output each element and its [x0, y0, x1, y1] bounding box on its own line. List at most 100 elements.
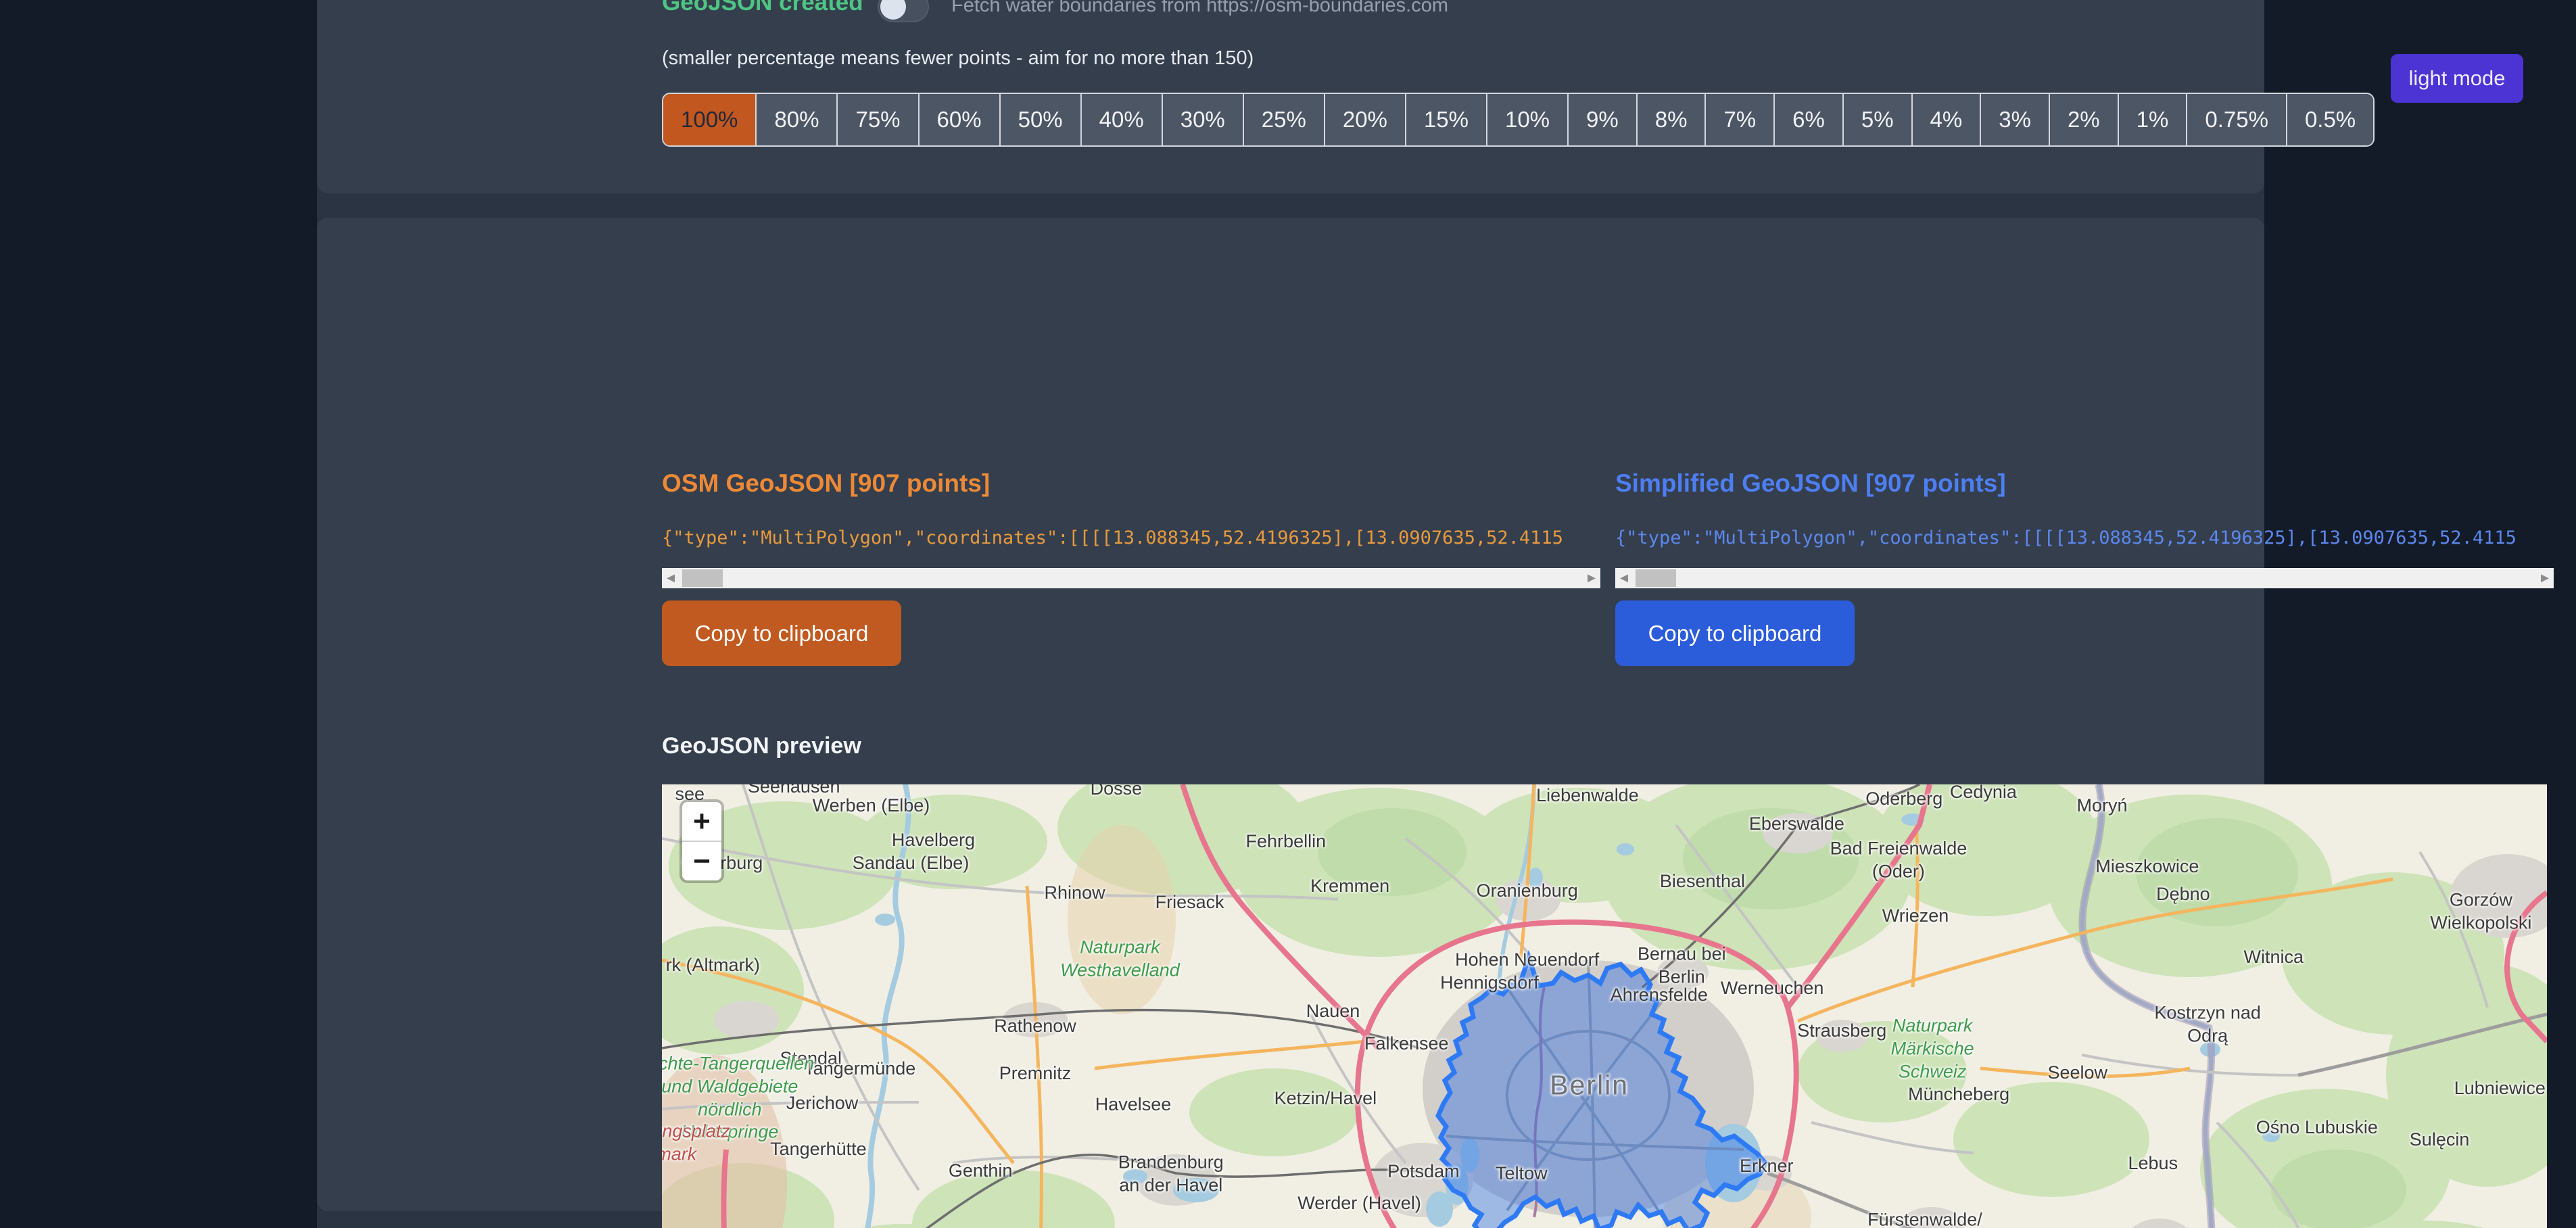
percent-button-75[interactable]: 75% — [838, 94, 919, 145]
map-label: Naturpark Westhavelland — [1060, 936, 1180, 982]
map-label: Havelberg — [892, 829, 975, 852]
zoom-out-button[interactable]: − — [682, 842, 721, 880]
map-label: Kremmen — [1310, 876, 1389, 899]
map-label: Lebus — [2128, 1152, 2178, 1175]
map-label: Fürstenwalde/ Spree — [1867, 1208, 1982, 1228]
osm-code-scrollbar[interactable]: ◄ ► — [662, 568, 1600, 588]
percent-button-30[interactable]: 30% — [1163, 94, 1244, 145]
osm-geojson-title: OSM GeoJSON [907 points] — [662, 469, 990, 498]
map-label: Bad Freienwalde (Oder) — [1830, 837, 1967, 883]
geojson-preview-map[interactable]: seeSeehausenDosseWerben (Elbe)Liebenwald… — [662, 784, 2547, 1228]
map-label: Gorzów Wielkopolski — [2430, 889, 2531, 935]
map-zoom-control: + − — [682, 802, 721, 880]
map-label: Bernau bei Berlin — [1638, 943, 1726, 989]
scrollbar-thumb[interactable] — [682, 569, 723, 587]
map-label: Werneuchen — [1721, 977, 1824, 1000]
map-label: Oderberg — [1865, 788, 1942, 811]
copy-simplified-button[interactable]: Copy to clipboard — [1615, 600, 1855, 666]
map-label: Mieszkowice — [2095, 855, 2199, 878]
map-label: Tangermünde — [804, 1058, 915, 1081]
percent-button-3[interactable]: 3% — [1981, 94, 2050, 145]
map-label: Müncheberg — [1908, 1083, 2009, 1106]
simplified-code-scrollbar[interactable]: ◄ ► — [1615, 568, 2554, 588]
map-label: Sandau (Elbe) — [853, 852, 970, 875]
map-label: Genthin — [949, 1160, 1013, 1183]
scroll-left-icon[interactable]: ◄ — [662, 568, 679, 588]
percentage-note: (smaller percentage means fewer points -… — [662, 47, 1254, 70]
map-label: Ketzin/Havel — [1274, 1087, 1377, 1110]
map-label: Cedynia — [1950, 784, 2017, 804]
percent-button-6[interactable]: 6% — [1775, 94, 1844, 145]
copy-osm-button[interactable]: Copy to clipboard — [662, 600, 901, 666]
percent-button-0.75[interactable]: 0.75% — [2187, 94, 2287, 145]
percent-button-40[interactable]: 40% — [1082, 94, 1163, 145]
map-label: Rathenow — [994, 1016, 1076, 1039]
map-label: Lubniewice — [2454, 1077, 2546, 1100]
map-label: rk (Altmark) — [666, 954, 760, 977]
map-label: Liebenwalde — [1536, 784, 1639, 807]
scroll-right-icon[interactable]: ► — [2536, 568, 2554, 588]
light-mode-button[interactable]: light mode — [2391, 54, 2523, 103]
scroll-left-icon[interactable]: ◄ — [1615, 568, 1633, 588]
map-label: Premnitz — [999, 1062, 1072, 1085]
percent-button-80[interactable]: 80% — [757, 94, 838, 145]
percent-button-25[interactable]: 25% — [1244, 94, 1325, 145]
percentage-button-group: 100%80%75%60%50%40%30%25%20%15%10%9%8%7%… — [662, 93, 2375, 147]
percent-button-100[interactable]: 100% — [663, 94, 757, 145]
map-label: Hohen Neuendorf — [1455, 949, 1599, 972]
map-label: Eberswalde — [1749, 813, 1844, 836]
map-label: Erkner — [1740, 1156, 1794, 1179]
map-label: Brandenburg an der Havel — [1118, 1152, 1224, 1198]
simplified-geojson-title: Simplified GeoJSON [907 points] — [1615, 469, 2006, 498]
percent-button-7[interactable]: 7% — [1706, 94, 1775, 145]
preview-title: GeoJSON preview — [662, 733, 861, 759]
percent-button-4[interactable]: 4% — [1913, 94, 1982, 145]
map-label: Oranienburg — [1477, 880, 1578, 903]
percent-button-9[interactable]: 9% — [1569, 94, 1638, 145]
zoom-in-button[interactable]: + — [682, 802, 721, 842]
percent-button-20[interactable]: 20% — [1325, 94, 1406, 145]
percent-button-1[interactable]: 1% — [2119, 94, 2188, 145]
map-label: Tangerhütte — [770, 1138, 867, 1161]
map-labels: seeSeehausenDosseWerben (Elbe)Liebenwald… — [662, 784, 2547, 1228]
percent-button-10[interactable]: 10% — [1487, 94, 1569, 145]
scrollbar-thumb[interactable] — [1636, 569, 1676, 587]
map-label: Hennigsdorf — [1440, 972, 1539, 995]
toggle-knob — [880, 0, 906, 20]
map-label: penübungsplatz Altmark — [662, 1120, 730, 1166]
map-label: Potsdam — [1387, 1160, 1460, 1183]
map-label: Kostrzyn nad Odrą — [2154, 1001, 2261, 1047]
scroll-right-icon[interactable]: ► — [1583, 568, 1600, 588]
percent-button-60[interactable]: 60% — [920, 94, 1001, 145]
water-boundaries-toggle[interactable] — [878, 0, 929, 22]
map-label: Dosse — [1091, 784, 1143, 801]
map-label: Witnica — [2243, 946, 2304, 969]
map-label: Falkensee — [1364, 1033, 1449, 1056]
map-label: Werben (Elbe) — [813, 795, 930, 818]
map-label: Rhinow — [1045, 882, 1105, 905]
settings-panel: GeoJSON created Fetch water boundaries f… — [317, 0, 2264, 193]
map-label: Seelow — [2048, 1062, 2108, 1085]
map-label: Teltow — [1496, 1163, 1548, 1186]
map-label: Ośno Lubuskie — [2256, 1116, 2378, 1139]
osm-geojson-code: {"type":"MultiPolygon","coordinates":[[[… — [662, 527, 1600, 548]
map-label: Strausberg — [1797, 1020, 1886, 1043]
map-label: Friesack — [1155, 891, 1224, 914]
percent-button-50[interactable]: 50% — [1001, 94, 1082, 145]
water-boundaries-label: Fetch water boundaries from https://osm-… — [951, 0, 1448, 17]
percent-button-5[interactable]: 5% — [1844, 94, 1913, 145]
percent-button-15[interactable]: 15% — [1406, 94, 1487, 145]
status-text: GeoJSON created — [662, 0, 863, 16]
map-label: Sulęcin — [2410, 1129, 2470, 1152]
percent-button-2[interactable]: 2% — [2050, 94, 2119, 145]
map-label: Biesenthal — [1660, 870, 1745, 893]
map-label: Berlin — [1550, 1068, 1629, 1102]
map-label: Naturpark Märkische Schweiz — [1891, 1015, 1974, 1083]
map-label: Dębno — [2156, 883, 2210, 906]
percent-button-8[interactable]: 8% — [1638, 94, 1707, 145]
map-label: Wriezen — [1882, 905, 1949, 928]
map-label: Werder (Havel) — [1297, 1192, 1421, 1215]
map-label: Moryń — [2077, 795, 2128, 818]
map-label: Nauen — [1306, 1000, 1360, 1023]
percent-button-0.5[interactable]: 0.5% — [2287, 94, 2373, 145]
